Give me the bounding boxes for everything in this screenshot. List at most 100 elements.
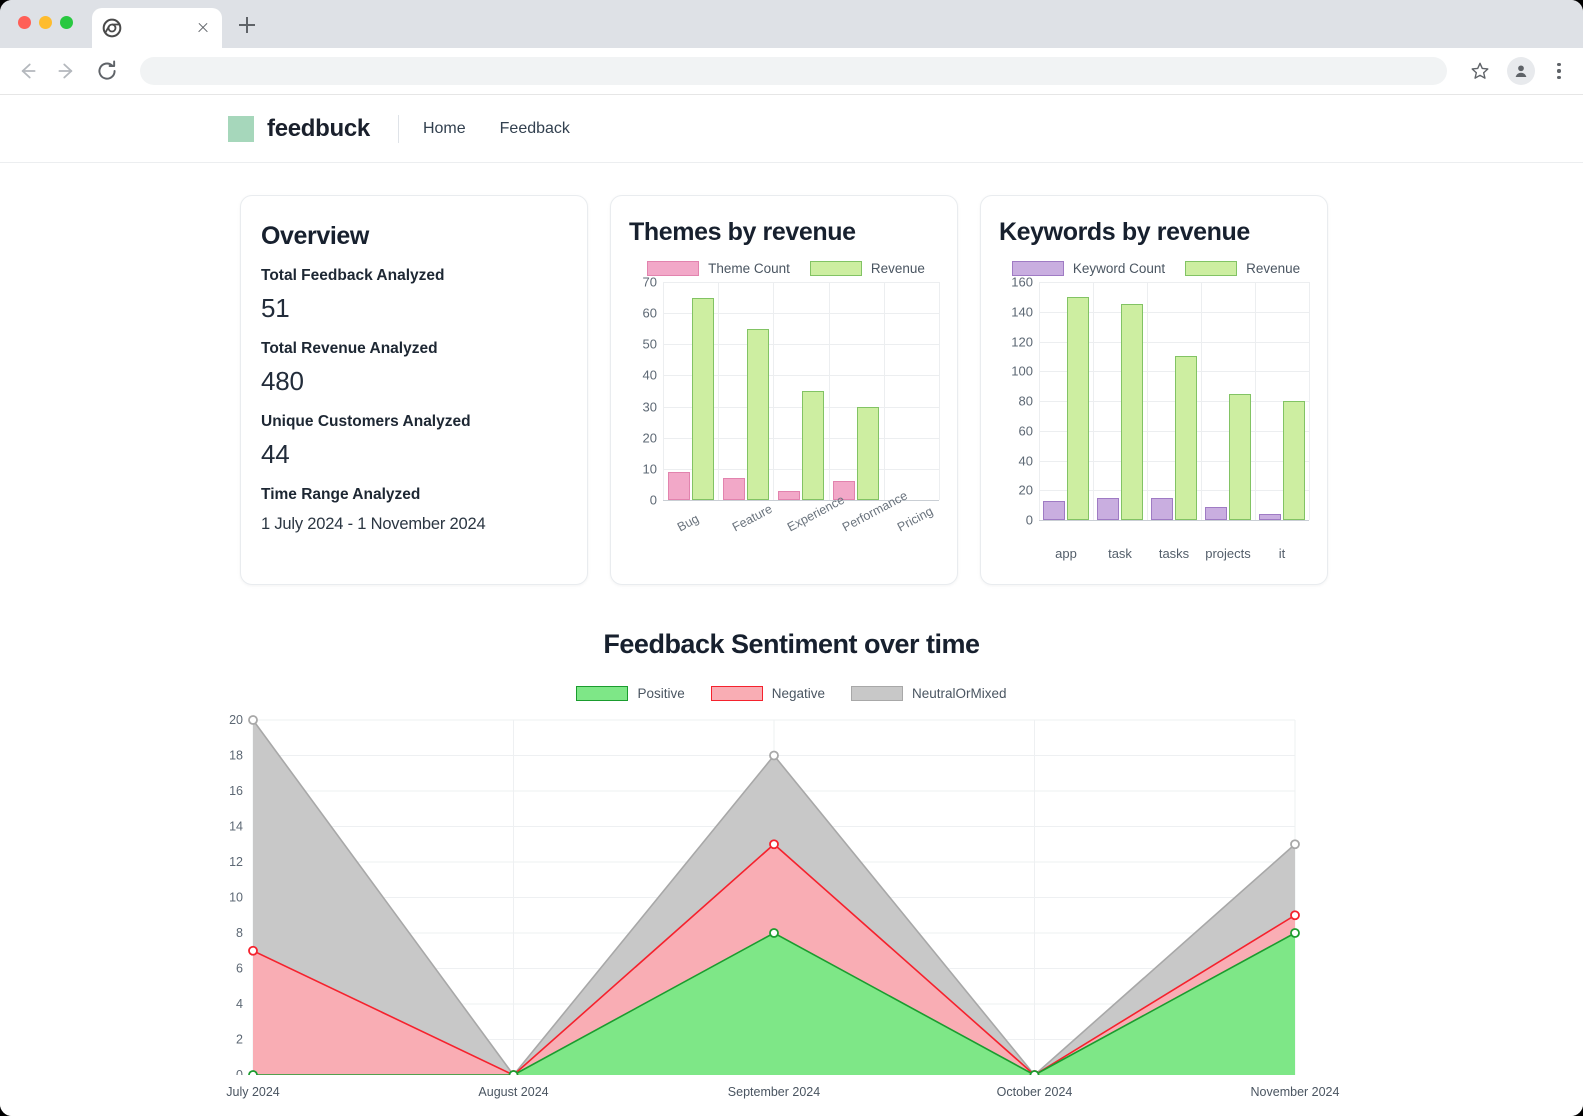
overview-title: Overview [261,222,369,250]
legend-swatch-revenue [1185,261,1238,276]
bar-group[interactable] [829,282,884,500]
keywords-plot-area: 0 20 40 60 80 100 120 140 160 [999,275,1313,540]
metric-label-unique-customers: Unique Customers Analyzed [261,413,471,430]
bar[interactable] [1067,296,1089,520]
x-axis-tick: October 2024 [996,1085,1073,1099]
bar[interactable] [1205,506,1227,520]
chrome-logo-icon [102,18,122,38]
legend-label-revenue: Revenue [1246,261,1301,276]
y-axis-tick: 40 [642,367,657,383]
svg-text:6: 6 [236,962,243,976]
y-axis-tick: 100 [1011,363,1033,379]
svg-text:0: 0 [236,1068,243,1075]
bar[interactable] [746,328,769,500]
svg-text:16: 16 [229,784,243,798]
maximize-window-button[interactable] [60,16,73,29]
legend-swatch-negative [710,686,763,701]
x-axis-tick: projects [1205,546,1251,561]
keywords-chart-card: Keywords by revenue Keyword Count Revenu… [980,195,1328,585]
three-dot-menu-icon[interactable] [1549,58,1569,84]
browser-window: feedbuck Home Feedback Overview Total Fe… [0,0,1583,1116]
bar-group[interactable] [718,282,773,500]
brand[interactable]: feedbuck [228,115,370,143]
svg-text:4: 4 [236,997,243,1011]
bar[interactable] [1043,500,1065,520]
bar-group[interactable] [1039,282,1093,520]
bar[interactable] [691,297,714,500]
browser-tab[interactable] [92,8,222,48]
minimize-window-button[interactable] [39,16,52,29]
metric-label-total-revenue: Total Revenue Analyzed [261,340,438,357]
legend-item-revenue[interactable]: Revenue [1185,261,1300,276]
legend-item-revenue[interactable]: Revenue [809,261,925,276]
y-axis-tick: 0 [1025,512,1033,528]
bar[interactable] [1097,497,1119,520]
legend-item-keyword-count[interactable]: Keyword Count [1011,261,1165,276]
legend-item-negative[interactable]: Negative [710,686,826,701]
metric-value-total-revenue: 480 [261,366,304,396]
bar[interactable] [1151,497,1173,520]
y-axis-tick: 160 [1011,274,1033,290]
bar[interactable] [722,478,745,500]
bar[interactable] [802,391,824,500]
legend-label-neutralormixed: NeutralOrMixed [912,686,1007,701]
close-window-button[interactable] [18,16,31,29]
bar-group[interactable] [1147,282,1201,520]
keywords-x-axis-labels: app task tasks projects it [999,540,1313,572]
forward-arrow-icon[interactable] [54,58,80,84]
bar[interactable] [1259,514,1281,520]
close-icon[interactable] [194,19,212,37]
legend-item-neutralormixed[interactable]: NeutralOrMixed [851,686,1007,701]
bar[interactable] [1175,356,1197,520]
y-axis-tick: 60 [1018,423,1033,439]
themes-chart-title: Themes by revenue [629,218,856,246]
y-axis-tick: 20 [642,430,657,446]
svg-text:12: 12 [229,855,243,869]
bar-group[interactable] [884,282,939,500]
new-tab-button[interactable] [234,12,260,38]
back-arrow-icon[interactable] [14,58,40,84]
x-axis-tick: November 2024 [1250,1085,1340,1099]
sentiment-chart-title: Feedback Sentiment over time [603,629,980,659]
legend-label-negative: Negative [771,686,826,701]
y-axis-tick: 30 [642,399,657,415]
svg-text:2: 2 [236,1033,243,1047]
sentiment-chart: Positive Negative NeutralOrMixed 0 2 4 6 8 10… [0,686,1583,1109]
y-axis-tick: 140 [1011,304,1033,320]
y-axis-tick: 60 [642,305,657,321]
nav-link-feedback[interactable]: Feedback [500,120,570,138]
keywords-chart-legend: Keyword Count Revenue [999,261,1313,276]
reload-icon[interactable] [94,58,120,84]
person-avatar-icon[interactable] [1507,57,1535,85]
bar[interactable] [778,490,800,500]
bar-group[interactable] [1201,282,1255,520]
address-bar[interactable] [140,57,1447,85]
svg-text:18: 18 [229,749,243,763]
sentiment-plot-area: 0 2 4 6 8 10 12 14 16 18 20 [0,715,1583,1075]
sentiment-legend: Positive Negative NeutralOrMixed [0,686,1583,701]
x-axis-tick: it [1278,546,1286,561]
bar-group[interactable] [1255,282,1309,520]
tab-strip [0,0,1583,48]
bar-group[interactable] [773,282,828,500]
star-icon[interactable] [1467,58,1493,84]
metric-value-time-range: 1 July 2024 - 1 November 2024 [261,515,486,533]
bar[interactable] [667,471,690,500]
themes-chart-card: Themes by revenue Theme Count Revenue 0 1… [610,195,958,585]
bar[interactable] [1229,393,1251,520]
bar[interactable] [1121,304,1143,520]
y-axis-tick: 20 [1018,482,1033,498]
address-input[interactable] [140,57,1447,85]
legend-swatch-positive [576,686,629,701]
y-axis-tick: 50 [642,336,657,352]
bar[interactable] [1283,401,1305,520]
bar-group[interactable] [663,282,718,500]
nav-link-home[interactable]: Home [423,120,466,138]
svg-text:14: 14 [229,820,243,834]
bar[interactable] [857,406,880,500]
legend-item-positive[interactable]: Positive [576,686,685,701]
bar-group[interactable] [1093,282,1147,520]
chart-bars [1039,282,1309,520]
legend-item-theme-count[interactable]: Theme Count [647,261,790,276]
legend-swatch-neutralormixed [851,686,904,701]
